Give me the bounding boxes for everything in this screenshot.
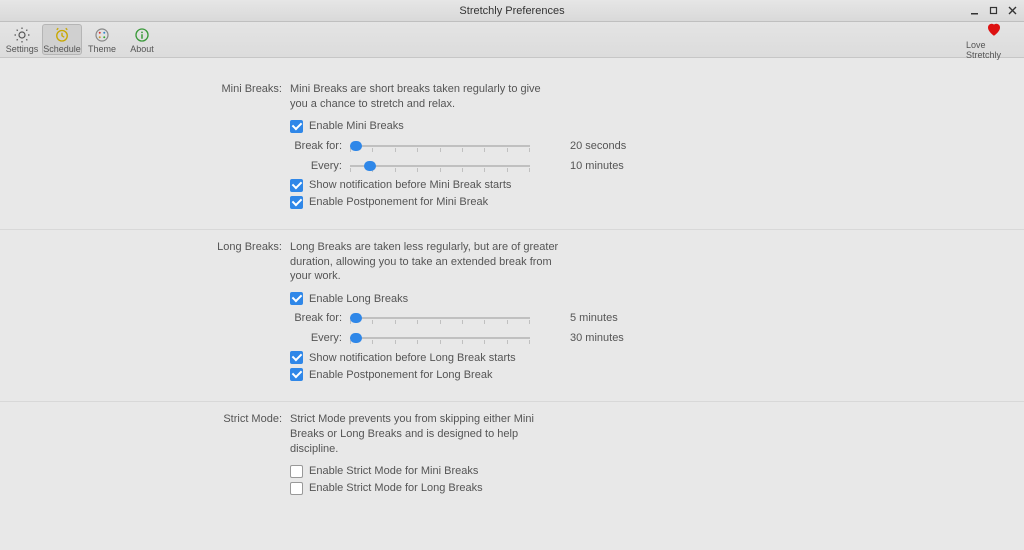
mini-every-label: Every: (290, 160, 350, 172)
window-title: Stretchly Preferences (459, 5, 564, 17)
mini-breakfor-slider[interactable] (350, 139, 530, 153)
section-label: Strict Mode: (200, 412, 290, 499)
tab-label: Settings (6, 44, 39, 54)
section-label: Mini Breaks: (200, 82, 290, 213)
long-postpone-checkbox[interactable] (290, 368, 303, 381)
mini-every-value: 10 minutes (570, 160, 624, 172)
enable-mini-checkbox[interactable] (290, 120, 303, 133)
toolbar: Settings Schedule Theme About Love Stret… (0, 22, 1024, 58)
long-every-label: Every: (290, 332, 350, 344)
long-every-value: 30 minutes (570, 332, 624, 344)
long-breakfor-slider[interactable] (350, 311, 530, 325)
tab-label: Schedule (43, 44, 81, 54)
love-stretchly-button[interactable]: Love Stretchly (966, 22, 1022, 57)
palette-icon (93, 26, 111, 44)
love-label: Love Stretchly (966, 40, 1022, 60)
mini-breakfor-label: Break for: (290, 140, 350, 152)
mini-notify-label: Show notification before Mini Break star… (309, 179, 511, 191)
tab-label: About (130, 44, 154, 54)
window-controls (969, 0, 1018, 21)
long-postpone-label: Enable Postponement for Long Break (309, 369, 492, 381)
strict-long-label: Enable Strict Mode for Long Breaks (309, 482, 483, 494)
mini-postpone-label: Enable Postponement for Mini Break (309, 196, 488, 208)
enable-long-label: Enable Long Breaks (309, 293, 408, 305)
long-description: Long Breaks are taken less regularly, bu… (290, 240, 560, 285)
tab-settings[interactable]: Settings (2, 24, 42, 55)
heart-icon (984, 20, 1004, 40)
close-button[interactable] (1007, 5, 1018, 16)
strict-description: Strict Mode prevents you from skipping e… (290, 412, 560, 457)
info-icon (133, 26, 151, 44)
enable-long-checkbox[interactable] (290, 292, 303, 305)
section-long-breaks: Long Breaks: Long Breaks are taken less … (0, 230, 1024, 403)
maximize-button[interactable] (988, 5, 999, 16)
tab-schedule[interactable]: Schedule (42, 24, 82, 55)
mini-breakfor-value: 20 seconds (570, 140, 626, 152)
section-mini-breaks: Mini Breaks: Mini Breaks are short break… (0, 72, 1024, 230)
minimize-button[interactable] (969, 5, 980, 16)
mini-every-slider[interactable] (350, 159, 530, 173)
gear-icon (13, 26, 31, 44)
long-notify-checkbox[interactable] (290, 351, 303, 364)
mini-description: Mini Breaks are short breaks taken regul… (290, 82, 560, 112)
content-area: Mini Breaks: Mini Breaks are short break… (0, 58, 1024, 515)
strict-mini-label: Enable Strict Mode for Mini Breaks (309, 465, 478, 477)
tab-about[interactable]: About (122, 24, 162, 55)
tab-theme[interactable]: Theme (82, 24, 122, 55)
long-breakfor-value: 5 minutes (570, 312, 618, 324)
section-label: Long Breaks: (200, 240, 290, 386)
strict-mini-checkbox[interactable] (290, 465, 303, 478)
mini-notify-checkbox[interactable] (290, 179, 303, 192)
section-strict-mode: Strict Mode: Strict Mode prevents you fr… (0, 402, 1024, 515)
titlebar: Stretchly Preferences (0, 0, 1024, 22)
clock-icon (53, 26, 71, 44)
tab-label: Theme (88, 44, 116, 54)
long-notify-label: Show notification before Long Break star… (309, 352, 516, 364)
enable-mini-label: Enable Mini Breaks (309, 120, 404, 132)
mini-postpone-checkbox[interactable] (290, 196, 303, 209)
long-breakfor-label: Break for: (290, 312, 350, 324)
long-every-slider[interactable] (350, 331, 530, 345)
strict-long-checkbox[interactable] (290, 482, 303, 495)
